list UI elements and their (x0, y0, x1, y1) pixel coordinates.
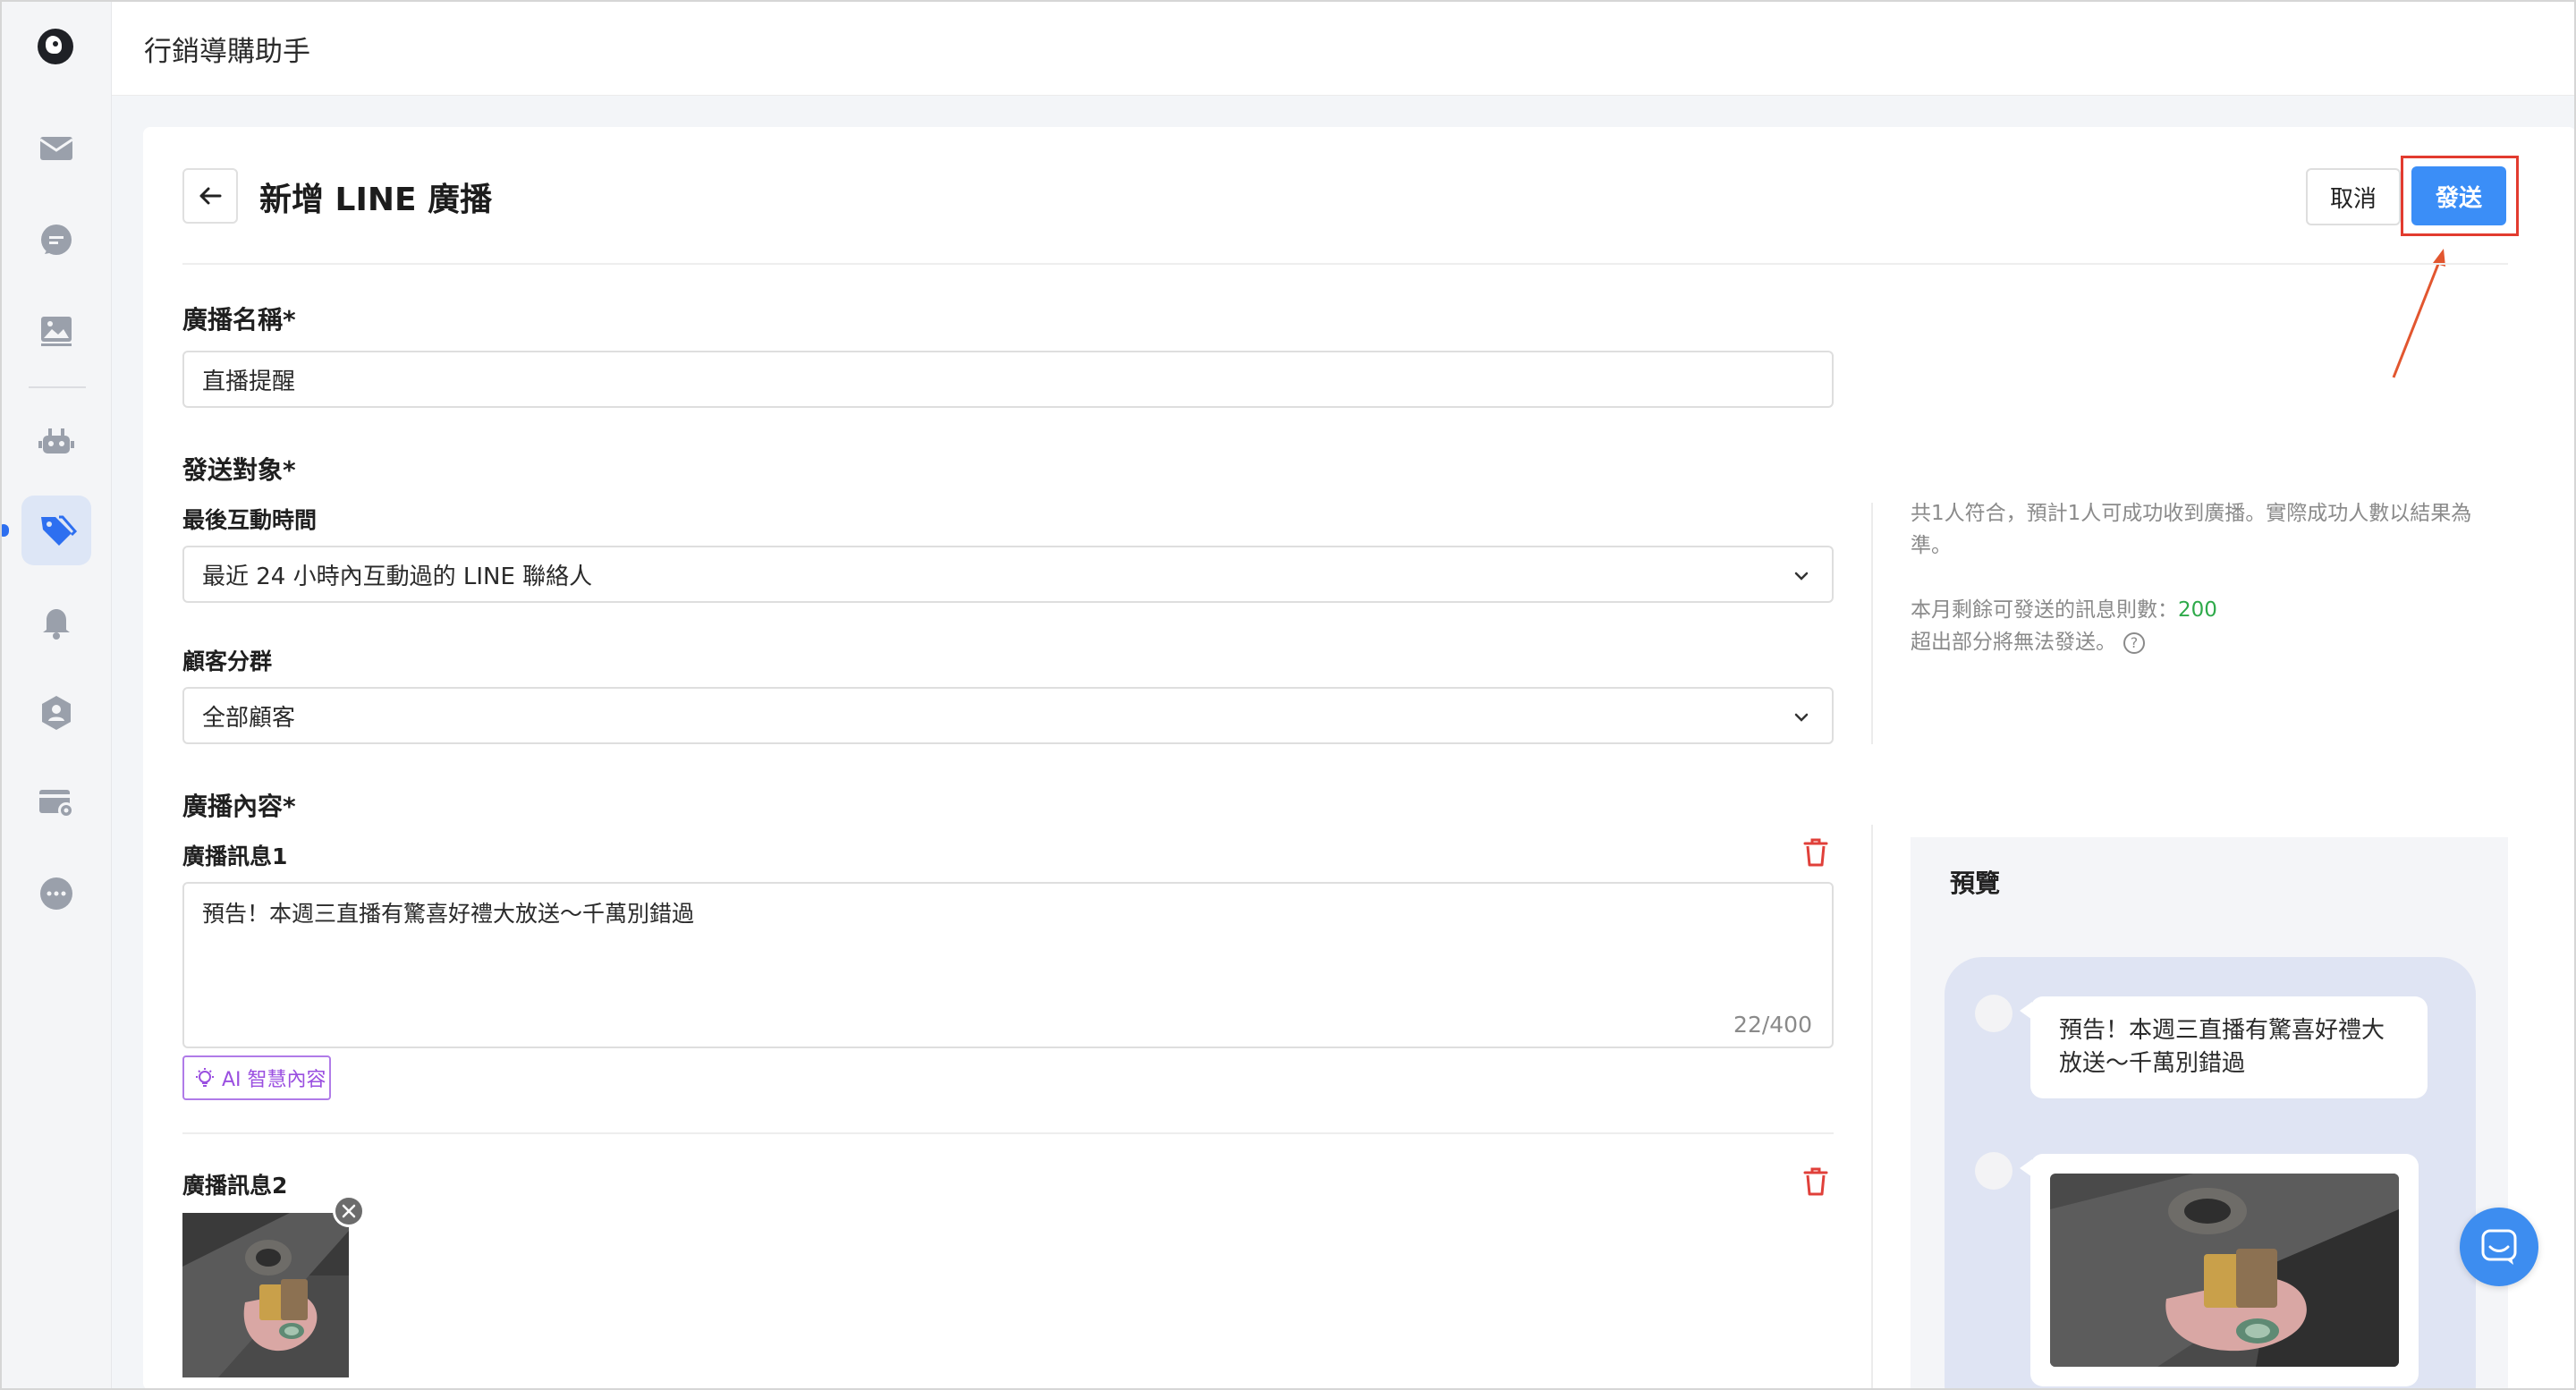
segment-select[interactable]: 全部顧客 (182, 687, 1834, 744)
phone-mockup: 預告！本週三直播有驚喜好禮大 放送～千萬別錯過 (1945, 957, 2476, 1388)
tag-icon[interactable] (36, 510, 78, 551)
active-indicator (2, 524, 9, 537)
quota-note: 超出部分將無法發送。 (1911, 631, 2116, 654)
preview-bubble-text: 預告！本週三直播有驚喜好禮大 放送～千萬別錯過 (2059, 1014, 2408, 1081)
header-divider (182, 263, 2508, 265)
annotation-arrow (2392, 249, 2445, 378)
segment-value: 全部顧客 (202, 704, 296, 732)
close-icon (342, 1204, 356, 1218)
info-divider (1871, 503, 1873, 744)
content-label: 廣播內容* (182, 792, 296, 821)
support-chat-button[interactable] (2460, 1208, 2538, 1286)
match-info-line2: 準。 (1911, 534, 1952, 557)
preview-divider (1871, 825, 1873, 1388)
top-bar: 行銷導購助手 (112, 2, 2574, 96)
app-title: 行銷導購助手 (144, 36, 310, 68)
chat-bubble-icon (2481, 1229, 2517, 1265)
message2-image[interactable] (182, 1213, 349, 1377)
preview-bubble-line1: 預告！本週三直播有驚喜好禮大 (2059, 1017, 2385, 1044)
broadcast-name-input[interactable]: 直播提醒 (182, 351, 1834, 408)
message-divider (182, 1132, 1834, 1134)
card-settings-icon[interactable] (36, 782, 77, 823)
lightbulb-icon (196, 1068, 214, 1087)
help-icon[interactable]: ? (2123, 631, 2145, 654)
avatar (1975, 995, 2012, 1032)
broadcast-name-value: 直播提醒 (202, 368, 296, 395)
trash-icon[interactable] (1801, 837, 1830, 868)
cancel-button[interactable]: 取消 (2306, 168, 2401, 225)
preview-panel: 預覽 預告！本週三直播有驚喜好禮大 放送～千萬別錯過 (1911, 837, 2508, 1388)
chevron-down-icon (1794, 713, 1809, 722)
message1-textarea[interactable]: 預告！本週三直播有驚喜好禮大放送～千萬別錯過 22/400 (182, 882, 1834, 1048)
image-icon[interactable] (36, 309, 77, 351)
chevron-down-icon (1794, 572, 1809, 581)
preview-image (2050, 1174, 2399, 1367)
more-icon[interactable] (36, 873, 77, 914)
broadcast-name-label: 廣播名稱* (182, 305, 296, 335)
send-highlight-box (2401, 156, 2519, 236)
preview-text-bubble: 預告！本週三直播有驚喜好禮大 放送～千萬別錯過 (2030, 996, 2428, 1098)
last-interaction-label: 最後互動時間 (182, 507, 318, 533)
logo-eye (53, 41, 58, 47)
mail-icon[interactable] (36, 128, 77, 169)
ai-content-button[interactable]: AI 智慧內容 (182, 1055, 331, 1100)
contacts-icon[interactable] (36, 692, 77, 733)
message1-text: 預告！本週三直播有驚喜好禮大放送～千萬別錯過 (202, 901, 695, 927)
sidebar (2, 2, 112, 1388)
quota-note-line: 超出部分將無法發送。? (1911, 626, 2217, 658)
target-label: 發送對象* (182, 455, 296, 485)
ai-content-label: AI 智慧內容 (222, 1069, 326, 1091)
match-info-line1: 共1人符合，預計1人可成功收到廣播。實際成功人數以結果為 (1911, 502, 2472, 525)
app-window: 行銷導購助手 新增 LINE 廣播 取消 發送 廣播名稱* 直播提醒 發送對象*… (0, 0, 2576, 1390)
preview-title: 預覽 (1950, 869, 2001, 898)
quota-line: 本月剩餘可發送的訊息則數：200 (1911, 594, 2217, 626)
remove-image-button[interactable] (333, 1195, 365, 1227)
preview-bubble-line2: 放送～千萬別錯過 (2059, 1050, 2246, 1077)
match-info: 共1人符合，預計1人可成功收到廣播。實際成功人數以結果為 準。 (1911, 497, 2471, 562)
arrow-left-icon (199, 187, 222, 205)
trash-icon[interactable] (1801, 1166, 1830, 1197)
chat-icon[interactable] (36, 220, 77, 261)
preview-image-bubble (2030, 1154, 2419, 1386)
segment-label: 顧客分群 (182, 648, 273, 674)
last-interaction-value: 最近 24 小時內互動過的 LINE 聯絡人 (202, 563, 593, 590)
message1-counter: 22/400 (1733, 1012, 1812, 1038)
app-logo[interactable] (38, 29, 73, 64)
message1-label: 廣播訊息1 (182, 843, 288, 869)
avatar (1975, 1152, 2012, 1190)
quota-label: 本月剩餘可發送的訊息則數： (1911, 598, 2178, 622)
bell-icon[interactable] (36, 601, 77, 642)
last-interaction-select[interactable]: 最近 24 小時內互動過的 LINE 聯絡人 (182, 546, 1834, 603)
quota-info: 本月剩餘可發送的訊息則數：200 超出部分將無法發送。? (1911, 594, 2217, 658)
food-photo (182, 1213, 349, 1377)
quota-value: 200 (2178, 598, 2217, 622)
back-button[interactable] (182, 168, 238, 224)
sidebar-divider (29, 386, 86, 388)
food-photo (2050, 1174, 2399, 1367)
page-title: 新增 LINE 廣播 (259, 182, 493, 218)
message2-label: 廣播訊息2 (182, 1173, 288, 1199)
bot-icon[interactable] (36, 421, 77, 462)
